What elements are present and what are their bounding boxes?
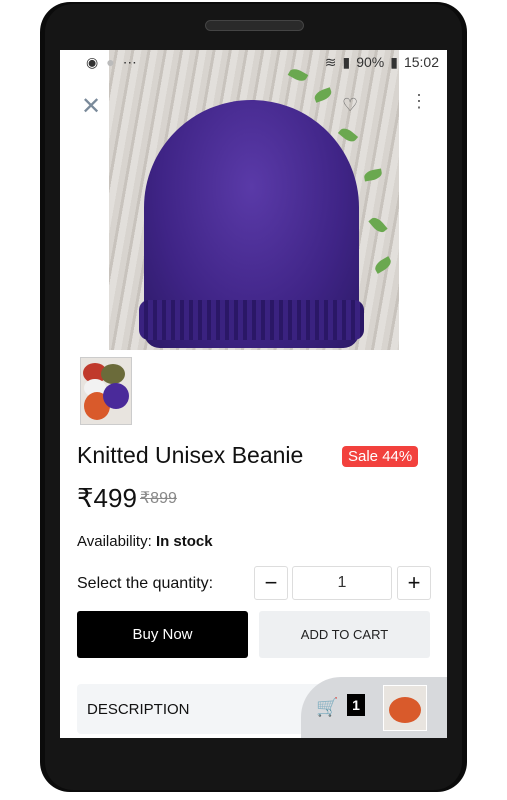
overflow-icon: ⋯ xyxy=(122,53,137,70)
availability-label: Availability: xyxy=(77,533,152,550)
buy-now-button[interactable]: Buy Now xyxy=(77,611,248,658)
leaf-decoration xyxy=(372,256,394,274)
quantity-field[interactable]: 1 xyxy=(292,566,392,600)
quantity-label: Select the quantity: xyxy=(77,575,214,592)
quantity-increase-button[interactable]: + xyxy=(397,566,431,600)
wifi-icon: ≋ xyxy=(324,53,337,70)
android-icon: ◉ xyxy=(86,53,99,70)
beanie-rib xyxy=(139,300,364,340)
more-vert-icon[interactable]: ⋮ xyxy=(410,92,428,110)
g-icon: ● xyxy=(106,54,115,70)
heart-icon[interactable]: ♡ xyxy=(342,95,358,116)
app-screen: ◉ ● ⋯ ≋ ▮ 90% ▮ 15:02 ✕ ♡ ⋮ Knitted Unis… xyxy=(60,50,447,738)
status-bar: ◉ ● ⋯ ≋ ▮ 90% ▮ 15:02 xyxy=(60,50,447,74)
sale-badge: Sale 44% xyxy=(342,446,419,467)
old-price: ₹899 xyxy=(140,490,177,507)
leaf-decoration xyxy=(363,168,383,182)
availability-value: In stock xyxy=(155,533,213,550)
leaf-decoration xyxy=(337,125,359,145)
product-title: Knitted Unisex Beanie xyxy=(77,442,304,468)
leaf-decoration xyxy=(312,87,334,103)
speaker-grille xyxy=(205,20,304,31)
price: ₹499 xyxy=(77,483,137,513)
cart-item-thumbnail[interactable] xyxy=(383,685,427,731)
add-to-cart-icon: 🛒 xyxy=(316,697,339,717)
clock: 15:02 xyxy=(403,54,439,70)
battery-percent: 90% xyxy=(356,54,385,70)
floating-cart[interactable]: 🛒 1 xyxy=(301,677,447,738)
battery-icon: ▮ xyxy=(390,53,398,70)
add-to-cart-button[interactable]: ADD TO CART xyxy=(259,611,430,658)
availability: Availability: In stock xyxy=(77,533,213,550)
leaf-decoration xyxy=(368,214,388,236)
cart-count: 1 xyxy=(347,694,365,716)
quantity-decrease-button[interactable]: − xyxy=(254,566,288,600)
product-thumbnail[interactable] xyxy=(80,357,132,425)
signal-icon: ▮ xyxy=(342,53,351,70)
close-icon[interactable]: ✕ xyxy=(80,95,102,119)
